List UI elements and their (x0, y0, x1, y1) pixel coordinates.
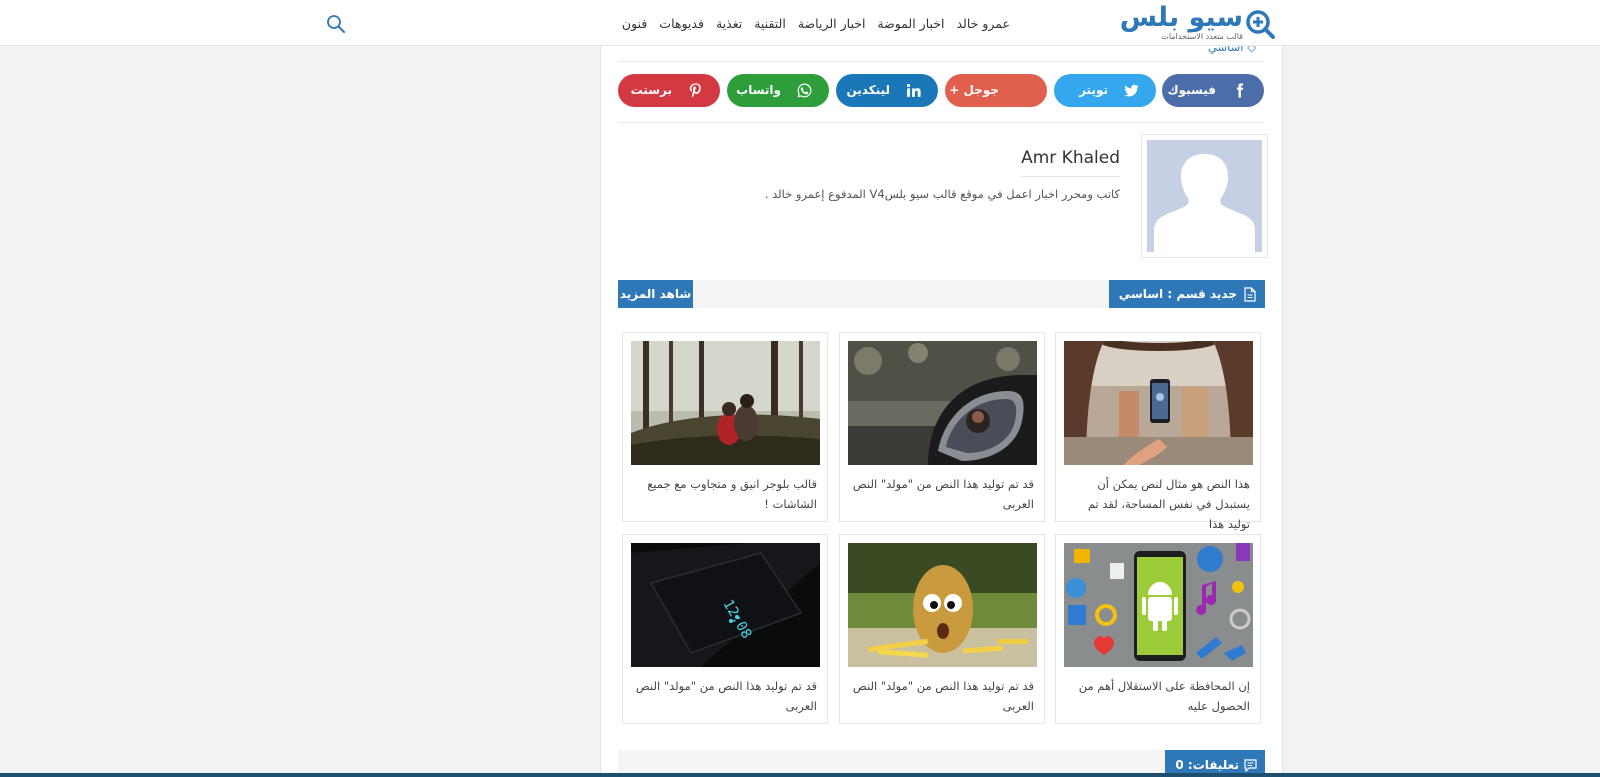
google-plus-icon: G+ (1014, 86, 1015, 97)
divider (618, 122, 1265, 123)
post-card[interactable]: إن المحافظة على الاستقلال أهم من الحصول … (1055, 534, 1261, 724)
post-title[interactable]: قد تم توليد هذا النص من "مولد" النص العر… (850, 676, 1034, 716)
dark-phone-screen-image: 12:08 (631, 543, 820, 667)
post-title[interactable]: إن المحافظة على الاستقلال أهم من الحصول … (1066, 676, 1250, 716)
android-phone-apps-image (1064, 543, 1253, 667)
post-title[interactable]: قد تم توليد هذا النص من "مولد" النص العر… (633, 676, 817, 716)
author-bio: كاتب ومحرر اخبار اعمل في موقع قالب سيو ب… (764, 187, 1120, 201)
share-googleplus-button[interactable]: G+ جوجل + (945, 74, 1047, 107)
divider (618, 61, 1265, 62)
post-card[interactable]: قالب بلوجر انيق و متجاوب مع جميع الشاشات… (622, 332, 828, 522)
post-content: ◇ اساسي فيسبوك تويتر G+ جوجل + لينكدين و… (600, 46, 1283, 777)
post-thumbnail[interactable] (631, 341, 820, 465)
post-thumbnail[interactable] (848, 543, 1037, 667)
site-header: سيو بلس قالب متعدد الاستخدامات فنون فديو… (0, 0, 1600, 46)
page-bottom-bar (0, 773, 1600, 777)
document-icon (1244, 287, 1256, 302)
potato-fries-image (848, 543, 1037, 667)
nav-item-sports[interactable]: اخبار الرياضة (798, 16, 866, 31)
share-twitter-button[interactable]: تويتر (1054, 74, 1156, 107)
pinterest-icon (689, 83, 701, 98)
post-thumbnail[interactable] (1064, 341, 1253, 465)
post-title[interactable]: قد تم توليد هذا النص من "مولد" النص العر… (850, 474, 1034, 514)
author-name[interactable]: Amr Khaled (1021, 148, 1120, 177)
default-avatar-icon (1147, 140, 1262, 252)
nav-item-amr-khaled[interactable]: عمرو خالد (957, 16, 1011, 31)
post-title[interactable]: قالب بلوجر انيق و متجاوب مع جميع الشاشات… (633, 474, 817, 514)
author-avatar[interactable] (1141, 134, 1268, 258)
share-facebook-button[interactable]: فيسبوك (1162, 74, 1264, 107)
site-logo[interactable]: سيو بلس قالب متعدد الاستخدامات (1120, 2, 1277, 42)
post-thumbnail[interactable] (1064, 543, 1253, 667)
post-card[interactable]: 12:08 قد تم توليد هذا النص من "مولد" الن… (622, 534, 828, 724)
post-card[interactable]: هذا النص هو مثال لنص يمكن أن يستبدل في ن… (1055, 332, 1261, 531)
post-card[interactable]: قد تم توليد هذا النص من "مولد" النص العر… (839, 332, 1045, 522)
nav-item-videos[interactable]: فديوهات (659, 16, 704, 31)
phone-in-hand-image (1064, 341, 1253, 465)
couple-in-forest-image (631, 341, 820, 465)
post-thumbnail[interactable] (848, 341, 1037, 465)
twitter-icon (1124, 84, 1139, 97)
search-icon[interactable] (326, 14, 346, 34)
logo-text: سيو بلس (1119, 2, 1243, 33)
svg-text:G+: G+ (1014, 86, 1015, 97)
main-nav: فنون فديوهات تغذية التقنية اخبار الرياضة… (622, 0, 1010, 46)
nav-item-arts[interactable]: فنون (622, 16, 647, 31)
nav-item-fashion[interactable]: اخبار الموضة (877, 16, 944, 31)
car-mirror-image (848, 341, 1037, 465)
zoom-in-icon (1246, 10, 1275, 39)
whatsapp-icon (797, 83, 812, 98)
comment-icon (1244, 759, 1257, 772)
see-more-button[interactable]: شاهد المزيد (618, 280, 693, 308)
facebook-icon (1237, 83, 1244, 98)
share-pinterest-button[interactable]: برستت (618, 74, 720, 107)
section-title[interactable]: جديد قسم : اساسي (1108, 280, 1265, 308)
post-thumbnail[interactable]: 12:08 (631, 543, 820, 667)
nav-item-nutrition[interactable]: تغذية (716, 16, 742, 31)
post-card[interactable]: قد تم توليد هذا النص من "مولد" النص العر… (839, 534, 1045, 724)
tag-icon: ◇ (1243, 46, 1256, 54)
logo-tagline: قالب متعدد الاستخدامات (1161, 32, 1243, 41)
post-title[interactable]: هذا النص هو مثال لنص يمكن أن يستبدل في ن… (1066, 474, 1250, 534)
linkedin-icon (906, 83, 921, 97)
share-linkedin-button[interactable]: لينكدين (836, 74, 938, 107)
nav-item-tech[interactable]: التقنية (754, 16, 786, 31)
category-label[interactable]: ◇ اساسي (1208, 46, 1256, 54)
share-whatsapp-button[interactable]: واتساب (727, 74, 829, 107)
